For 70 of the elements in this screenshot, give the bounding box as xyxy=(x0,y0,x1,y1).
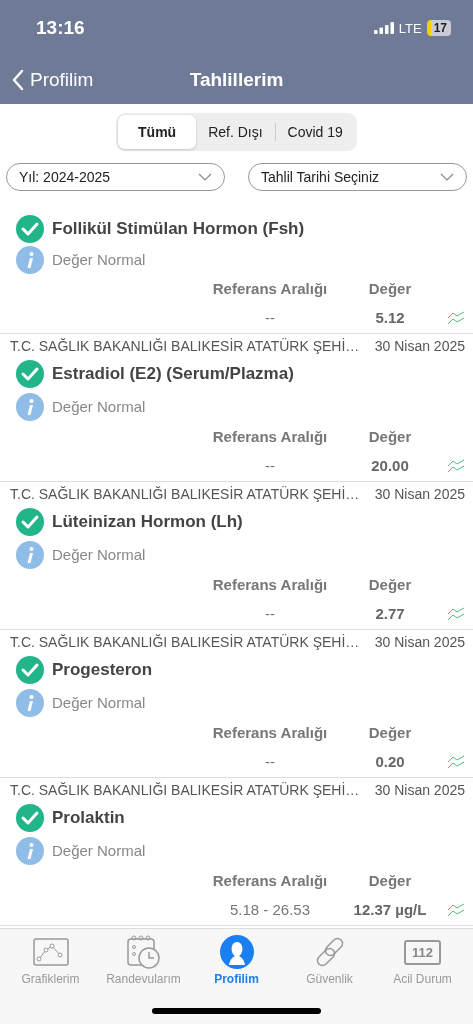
reference-range: -- xyxy=(264,604,276,624)
result-value: 12.37 µg/L xyxy=(352,900,428,920)
info-icon xyxy=(16,245,44,274)
trend-icon[interactable] xyxy=(447,459,465,473)
test-name: Estradiol (E2) (Serum/Plazma) xyxy=(52,364,294,385)
trend-icon[interactable] xyxy=(447,903,465,917)
back-button[interactable]: Profilim xyxy=(12,69,94,91)
reference-range: -- xyxy=(264,456,276,476)
dropdown-field[interactable]: Tahlil Tarihi Seçiniz xyxy=(248,163,467,191)
test-name: Follikül Stimülan Hormon (Fsh) xyxy=(52,218,305,239)
calendar-clock-icon xyxy=(126,935,161,969)
column-label: Değer xyxy=(367,871,413,891)
tab-bar-item[interactable]: Güvenlik xyxy=(283,929,376,1024)
trend-icon[interactable] xyxy=(447,311,465,325)
column-label: Değer xyxy=(367,427,413,447)
tab-bar-item[interactable]: Randevularım xyxy=(97,929,190,1024)
status-text: Değer Normal xyxy=(52,842,146,860)
trend-icon[interactable] xyxy=(447,607,465,621)
column-label: Referans Aralığı xyxy=(211,871,329,891)
column-label: Referans Aralığı xyxy=(211,427,329,447)
result-value: 20.00 xyxy=(370,456,410,476)
info-icon xyxy=(16,836,44,865)
trend-icon[interactable] xyxy=(447,755,465,769)
status-text: Değer Normal xyxy=(52,546,146,564)
column-label: Değer xyxy=(367,279,413,299)
test-name: Prolaktin xyxy=(52,808,125,829)
reference-range: -- xyxy=(264,308,276,328)
segment-tab[interactable]: Tümü xyxy=(118,115,197,149)
test-name: Progesteron xyxy=(52,660,153,681)
segment-tab[interactable]: Ref. Dışı xyxy=(196,115,275,149)
emergency-number-icon: 112 xyxy=(404,939,441,965)
info-icon xyxy=(16,540,44,569)
info-icon xyxy=(16,688,44,717)
page-title: Tahlillerim xyxy=(189,69,284,90)
status-text: Değer Normal xyxy=(52,398,146,416)
battery-indicator: 17 xyxy=(426,20,451,36)
result-value: 5.12 xyxy=(374,308,406,328)
result-value: 0.20 xyxy=(374,752,406,772)
chevron-down-icon xyxy=(440,173,454,181)
result-date: 30 Nisan 2025 xyxy=(374,485,465,502)
hospital-name: T.C. SAĞLIK BAKANLIĞI BALIKESİR ATATÜRK ŞEHİ… xyxy=(10,633,360,650)
signal-icon xyxy=(373,22,394,34)
column-label: Referans Aralığı xyxy=(211,575,329,595)
column-label: Değer xyxy=(367,723,413,743)
column-label: Referans Aralığı xyxy=(211,279,329,299)
reference-range: -- xyxy=(264,752,276,772)
info-icon xyxy=(16,392,44,421)
test-name: Lüteinizan Hormon (Lh) xyxy=(52,512,243,533)
status-time: 13:16 xyxy=(36,17,86,39)
hospital-name: T.C. SAĞLIK BAKANLIĞI BALIKESİR ATATÜRK ŞEHİ… xyxy=(10,485,360,502)
result-value: 2.77 xyxy=(374,604,406,624)
reference-range: 5.18 - 26.53 xyxy=(228,900,312,920)
network-type: LTE xyxy=(398,20,422,36)
status-text: Değer Normal xyxy=(52,694,146,712)
hospital-name: T.C. SAĞLIK BAKANLIĞI BALIKESİR ATATÜRK ŞEHİ… xyxy=(10,781,360,798)
segment-tab[interactable]: Covid 19 xyxy=(275,115,355,149)
result-date: 30 Nisan 2025 xyxy=(374,633,465,650)
tab-bar-item[interactable]: Grafiklerim xyxy=(4,929,97,1024)
dropdown-field[interactable]: Yıl: 2024-2025 xyxy=(6,163,225,191)
result-date: 30 Nisan 2025 xyxy=(374,781,465,798)
result-date: 30 Nisan 2025 xyxy=(374,337,465,354)
back-chevron-icon xyxy=(12,69,24,91)
chart-icon xyxy=(32,938,69,966)
hospital-name: T.C. SAĞLIK BAKANLIĞI BALIKESİR ATATÜRK ŞEHİ… xyxy=(10,337,360,354)
column-label: Referans Aralığı xyxy=(211,723,329,743)
status-text: Değer Normal xyxy=(52,251,146,268)
column-label: Değer xyxy=(367,575,413,595)
profile-icon xyxy=(219,935,254,969)
chevron-down-icon xyxy=(198,173,212,181)
tab-bar-item[interactable]: 112 Acil Durum xyxy=(376,929,469,1024)
